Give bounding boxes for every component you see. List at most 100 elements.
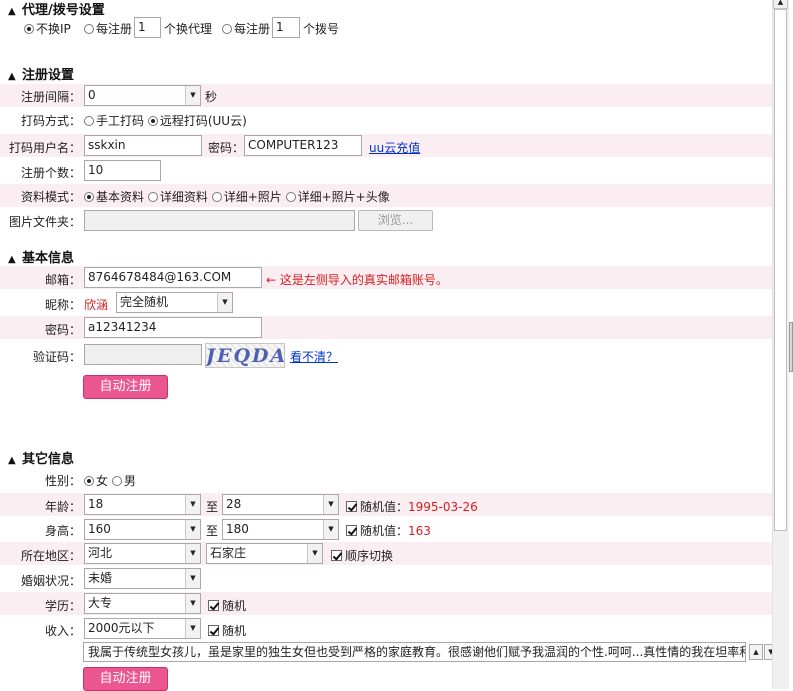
radio-detail-profile[interactable] xyxy=(147,192,158,202)
region-cycle: 顺序切换 xyxy=(331,547,393,564)
city-select[interactable]: 石家庄 ▼ xyxy=(206,543,323,564)
uu-recharge-link[interactable]: uu云充值 xyxy=(369,139,420,156)
education-random: 随机 xyxy=(208,597,246,614)
province-select[interactable]: 河北 ▼ xyxy=(84,543,201,564)
radio-change-proxy[interactable] xyxy=(84,24,94,34)
collapse-caret-icon[interactable]: ▲ xyxy=(8,254,22,265)
self-intro-textarea[interactable]: 我属于传统型女孩儿，虽是家里的独生女但也受到严格的家庭教育。很感谢他们赋予我温润… xyxy=(83,642,746,662)
chevron-down-icon: ▼ xyxy=(185,569,200,588)
age-to-select[interactable]: 28 ▼ xyxy=(222,494,339,515)
height-random-checkbox[interactable] xyxy=(346,525,357,536)
browse-button[interactable]: 浏览... xyxy=(358,210,433,231)
proxy-section-title[interactable]: ▲ 代理/拨号设置 xyxy=(8,0,105,18)
splitter-handle-icon[interactable] xyxy=(789,322,793,372)
email-input[interactable]: 8764678484@163.COM xyxy=(84,267,262,288)
height-label: 身高： xyxy=(44,524,81,538)
income-random-checkbox[interactable] xyxy=(208,625,219,636)
reg-section-title[interactable]: ▲ 注册设置 xyxy=(8,64,74,83)
scroll-up-icon[interactable]: ▲ xyxy=(773,0,788,9)
proxy-every-option: 每注册 xyxy=(84,20,132,37)
age-random: 随机值：1995-03-26 xyxy=(346,498,478,515)
captcha-refresh-link[interactable]: 看不清？ xyxy=(290,348,338,365)
income-random: 随机 xyxy=(208,622,246,639)
nickname-value: 欣涵 xyxy=(84,298,109,312)
reg-count-input[interactable]: 10 xyxy=(84,160,161,181)
textarea-scroll-up-icon[interactable]: ▲ xyxy=(749,644,763,660)
proxy-every-count-input[interactable]: 1 xyxy=(134,17,161,38)
chevron-down-icon: ▼ xyxy=(185,86,200,105)
height-from-select[interactable]: 160 ▼ xyxy=(84,519,201,540)
proxy-every-suffix: 个换代理 xyxy=(164,22,213,36)
education-label: 学历： xyxy=(44,599,81,613)
income-label: 收入： xyxy=(44,624,81,638)
chevron-down-icon: ▼ xyxy=(323,495,338,514)
captcha-image[interactable]: JEQDA xyxy=(205,343,285,368)
height-to-label: 至 xyxy=(206,524,219,538)
interval-unit: 秒 xyxy=(205,90,218,104)
radio-no-ip-change[interactable] xyxy=(24,24,34,34)
radio-male[interactable] xyxy=(111,476,122,486)
age-to-label: 至 xyxy=(206,500,219,514)
radio-detail-photo-avatar[interactable] xyxy=(285,192,296,202)
email-hint: ← 这是左侧导入的真实邮箱账号。 xyxy=(266,273,448,287)
chevron-down-icon: ▼ xyxy=(185,520,200,539)
radio-basic-profile[interactable] xyxy=(84,192,94,202)
education-random-checkbox[interactable] xyxy=(208,600,219,611)
gender-options: 女 男 xyxy=(84,472,136,489)
interval-label: 注册间隔： xyxy=(20,90,81,104)
nickname-label: 昵称： xyxy=(44,298,81,312)
collapse-caret-icon[interactable]: ▲ xyxy=(8,71,22,82)
other-section-title[interactable]: ▲ 其它信息 xyxy=(8,448,74,467)
height-random: 随机值：163 xyxy=(346,522,431,539)
verify-code-input[interactable] xyxy=(84,344,202,365)
basic-section-title[interactable]: ▲ 基本信息 xyxy=(8,247,74,266)
chevron-down-icon: ▼ xyxy=(185,594,200,613)
password-input[interactable]: a12341234 xyxy=(84,317,262,338)
captcha-pwd-input[interactable]: COMPUTER123 xyxy=(244,135,362,156)
education-select[interactable]: 大专 ▼ xyxy=(84,593,201,614)
profile-mode-label: 资料模式： xyxy=(20,190,81,204)
interval-select[interactable]: 0 ▼ xyxy=(84,85,201,106)
region-label: 所在地区： xyxy=(20,549,81,563)
image-folder-label: 图片文件夹： xyxy=(8,215,81,229)
dial-every-count-input[interactable]: 1 xyxy=(272,17,300,38)
age-label: 年龄： xyxy=(44,500,81,514)
marital-select[interactable]: 未婚 ▼ xyxy=(84,568,201,589)
region-cycle-checkbox[interactable] xyxy=(331,550,342,561)
chevron-down-icon: ▼ xyxy=(307,544,322,563)
chevron-down-icon: ▼ xyxy=(185,619,200,638)
captcha-user-input[interactable]: sskxin xyxy=(84,135,202,156)
chevron-down-icon: ▼ xyxy=(323,520,338,539)
radio-remote-captcha[interactable] xyxy=(147,116,158,126)
radio-detail-photo[interactable] xyxy=(211,192,222,202)
radio-manual-captcha[interactable] xyxy=(84,116,94,126)
email-label: 邮箱： xyxy=(44,273,81,287)
captcha-pwd-label: 密码： xyxy=(208,141,245,155)
auto-register-button-2[interactable]: 自动注册 xyxy=(83,667,168,691)
radio-female[interactable] xyxy=(84,476,94,486)
nickname-mode-select[interactable]: 完全随机 ▼ xyxy=(116,292,233,313)
captcha-user-label: 打码用户名： xyxy=(8,141,81,155)
proxy-options: 不换IP xyxy=(24,20,71,37)
auto-register-button[interactable]: 自动注册 xyxy=(83,375,168,399)
chevron-down-icon: ▼ xyxy=(185,495,200,514)
captcha-mode-options: 手工打码 远程打码(UU云) xyxy=(84,112,247,129)
income-select[interactable]: 2000元以下 ▼ xyxy=(84,618,201,639)
collapse-caret-icon[interactable]: ▲ xyxy=(8,455,22,466)
height-to-select[interactable]: 180 ▼ xyxy=(222,519,339,540)
age-random-checkbox[interactable] xyxy=(346,501,357,512)
gender-label: 性别： xyxy=(44,474,81,488)
image-folder-input[interactable] xyxy=(84,210,355,231)
collapse-caret-icon[interactable]: ▲ xyxy=(8,6,22,17)
profile-mode-options: 基本资料 详细资料 详细+照片 详细+照片+头像 xyxy=(84,188,390,205)
dial-every-suffix: 个拨号 xyxy=(303,22,340,36)
scrollbar-thumb[interactable] xyxy=(774,9,787,531)
captcha-mode-label: 打码方式： xyxy=(20,114,81,128)
verify-code-label: 验证码： xyxy=(32,350,81,364)
chevron-down-icon: ▼ xyxy=(217,293,232,312)
age-from-select[interactable]: 18 ▼ xyxy=(84,494,201,515)
password-label: 密码： xyxy=(44,323,81,337)
radio-dial[interactable] xyxy=(222,24,232,34)
dial-every-option: 每注册 xyxy=(222,20,270,37)
chevron-down-icon: ▼ xyxy=(185,544,200,563)
